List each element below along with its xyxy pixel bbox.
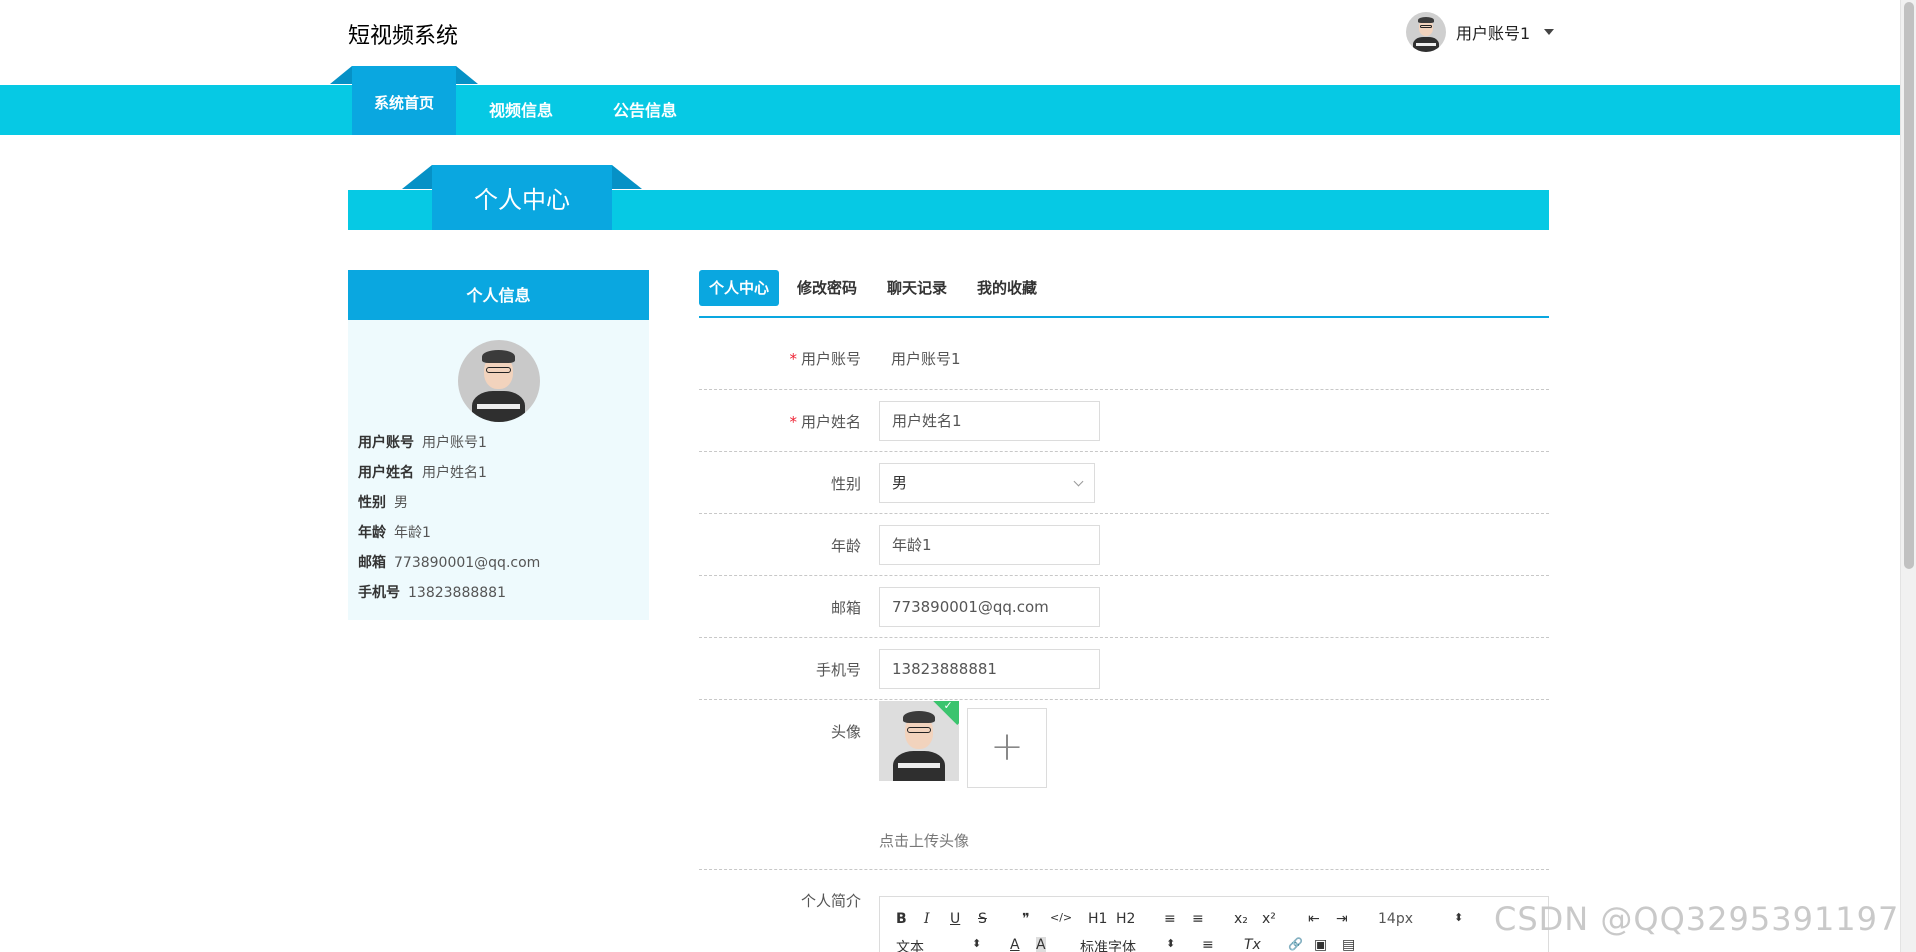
phone-input[interactable]: 13823888881	[879, 649, 1100, 689]
info-row-name: 用户姓名 用户姓名1	[358, 465, 487, 481]
video-icon[interactable]: ▤	[1342, 937, 1355, 952]
underline-button[interactable]: U	[950, 911, 960, 927]
image-icon[interactable]: ▣	[1314, 937, 1327, 952]
nav-item-videos[interactable]: 视频信息	[489, 85, 553, 135]
profile-avatar	[457, 340, 540, 422]
bullet-list-button[interactable]: ≡	[1192, 911, 1204, 927]
chevron-down-icon	[1073, 476, 1084, 487]
tab-favorites[interactable]: 我的收藏	[967, 270, 1047, 306]
code-button[interactable]: </>	[1050, 911, 1072, 924]
form-row-phone: 手机号 13823888881	[699, 638, 1549, 700]
info-row-gender: 性别男	[358, 495, 408, 511]
account-value: 用户账号1	[891, 350, 961, 368]
watermark: CSDN @QQ3295391197	[1494, 900, 1900, 938]
card-title: 个人信息	[348, 270, 649, 320]
profile-tabs: 个人中心 修改密码 聊天记录 我的收藏	[699, 270, 1549, 318]
ordered-list-button[interactable]: ≡	[1164, 911, 1176, 927]
site-title: 短视频系统	[348, 24, 459, 49]
tab-profile[interactable]: 个人中心	[699, 270, 780, 306]
personal-info-card: 个人信息 用户账号 用户账号1 用户姓名 用户姓名1 性别男 年龄 年龄1 邮箱 773…	[348, 270, 649, 620]
age-input[interactable]: 年龄1	[879, 525, 1100, 565]
gender-label: 性别	[830, 475, 861, 493]
form-row-age: 年龄 年龄1	[699, 514, 1549, 576]
font-size-select[interactable]: 14px	[1378, 911, 1413, 927]
form-row-gender: 性别 男	[699, 452, 1549, 514]
info-row-email: 邮箱 773890001@qq.com	[358, 555, 541, 571]
align-button[interactable]: ≡	[1202, 937, 1214, 952]
main-nav: 视频信息 公告信息	[0, 85, 1900, 135]
scrollbar-thumb[interactable]	[1904, 2, 1914, 569]
indent-button[interactable]: ⇥	[1336, 911, 1348, 927]
email-input[interactable]: 773890001@qq.com	[879, 587, 1100, 627]
font-family-chevron-icon: ⬍	[1166, 937, 1176, 950]
outdent-button[interactable]: ⇤	[1308, 911, 1320, 927]
quote-button[interactable]: ❞	[1022, 911, 1030, 927]
upload-button[interactable]: +	[967, 708, 1047, 788]
font-family-select[interactable]: 标准字体	[1080, 937, 1136, 952]
email-label: 邮箱	[830, 599, 861, 617]
nav-item-home[interactable]: 系统首页	[330, 66, 478, 135]
upload-tip: 点击上传头像	[879, 832, 970, 850]
font-color-button[interactable]: A	[1010, 937, 1020, 952]
tab-chat-history[interactable]: 聊天记录	[877, 270, 957, 306]
chevron-down-icon	[1544, 29, 1555, 35]
name-input[interactable]: 用户姓名1	[879, 401, 1100, 441]
h1-button[interactable]: H1	[1088, 911, 1107, 927]
background-color-button[interactable]: A	[1036, 937, 1046, 952]
h2-button[interactable]: H2	[1116, 911, 1135, 927]
gender-select[interactable]: 男	[879, 463, 1095, 503]
bold-button[interactable]: B	[896, 911, 907, 927]
user-name: 用户账号1	[1456, 24, 1531, 43]
info-row-age: 年龄 年龄1	[358, 525, 431, 541]
italic-button[interactable]: I	[924, 911, 930, 927]
paragraph-chevron-icon: ⬍	[972, 937, 982, 950]
strike-button[interactable]: S	[978, 911, 987, 927]
info-list: 用户账号 用户账号1 用户姓名 用户姓名1 性别男 年龄 年龄1 邮箱 77389000…	[348, 422, 649, 614]
avatar-thumbnail[interactable]: ✓	[879, 701, 959, 781]
subscript-button[interactable]: x₂	[1234, 911, 1248, 927]
user-avatar	[1406, 12, 1446, 52]
info-row-account: 用户账号 用户账号1	[358, 435, 487, 451]
section-title: 个人中心	[402, 165, 642, 230]
bio-label: 个人简介	[800, 892, 861, 910]
user-menu[interactable]: 用户账号1	[1406, 12, 1555, 52]
clear-format-button[interactable]: Tx	[1244, 937, 1261, 952]
page-scrollbar[interactable]	[1900, 0, 1916, 952]
avatar-label: 头像	[830, 723, 861, 741]
form-row-avatar: 头像 ✓ + 点击上传头像	[699, 700, 1549, 870]
form-row-account: * 用户账号 用户账号1	[699, 330, 1549, 390]
font-size-chevron-icon: ⬍	[1454, 911, 1464, 924]
bio-editor[interactable]: B I U S ❞ </> H1 H2 ≡ ≡ x₂ x² ⇤ ⇥ 14px ⬍…	[879, 896, 1549, 952]
nav-item-notices[interactable]: 公告信息	[613, 85, 677, 135]
page: 短视频系统 用户账号1 视频信息 公告信息 系统首页 个人中心 个人信息 用户账…	[0, 0, 1916, 952]
name-label: * 用户姓名	[789, 413, 861, 431]
phone-label: 手机号	[815, 661, 861, 679]
account-label: * 用户账号	[789, 350, 861, 368]
form-row-email: 邮箱 773890001@qq.com	[699, 576, 1549, 638]
tab-change-password[interactable]: 修改密码	[787, 270, 867, 306]
paragraph-select[interactable]: 文本	[896, 937, 924, 952]
form-row-name: * 用户姓名 用户姓名1	[699, 390, 1549, 452]
age-label: 年龄	[830, 537, 861, 555]
info-row-phone: 手机号 13823888881	[358, 585, 506, 601]
link-icon[interactable]: 🔗	[1288, 937, 1303, 951]
superscript-button[interactable]: x²	[1262, 911, 1276, 927]
